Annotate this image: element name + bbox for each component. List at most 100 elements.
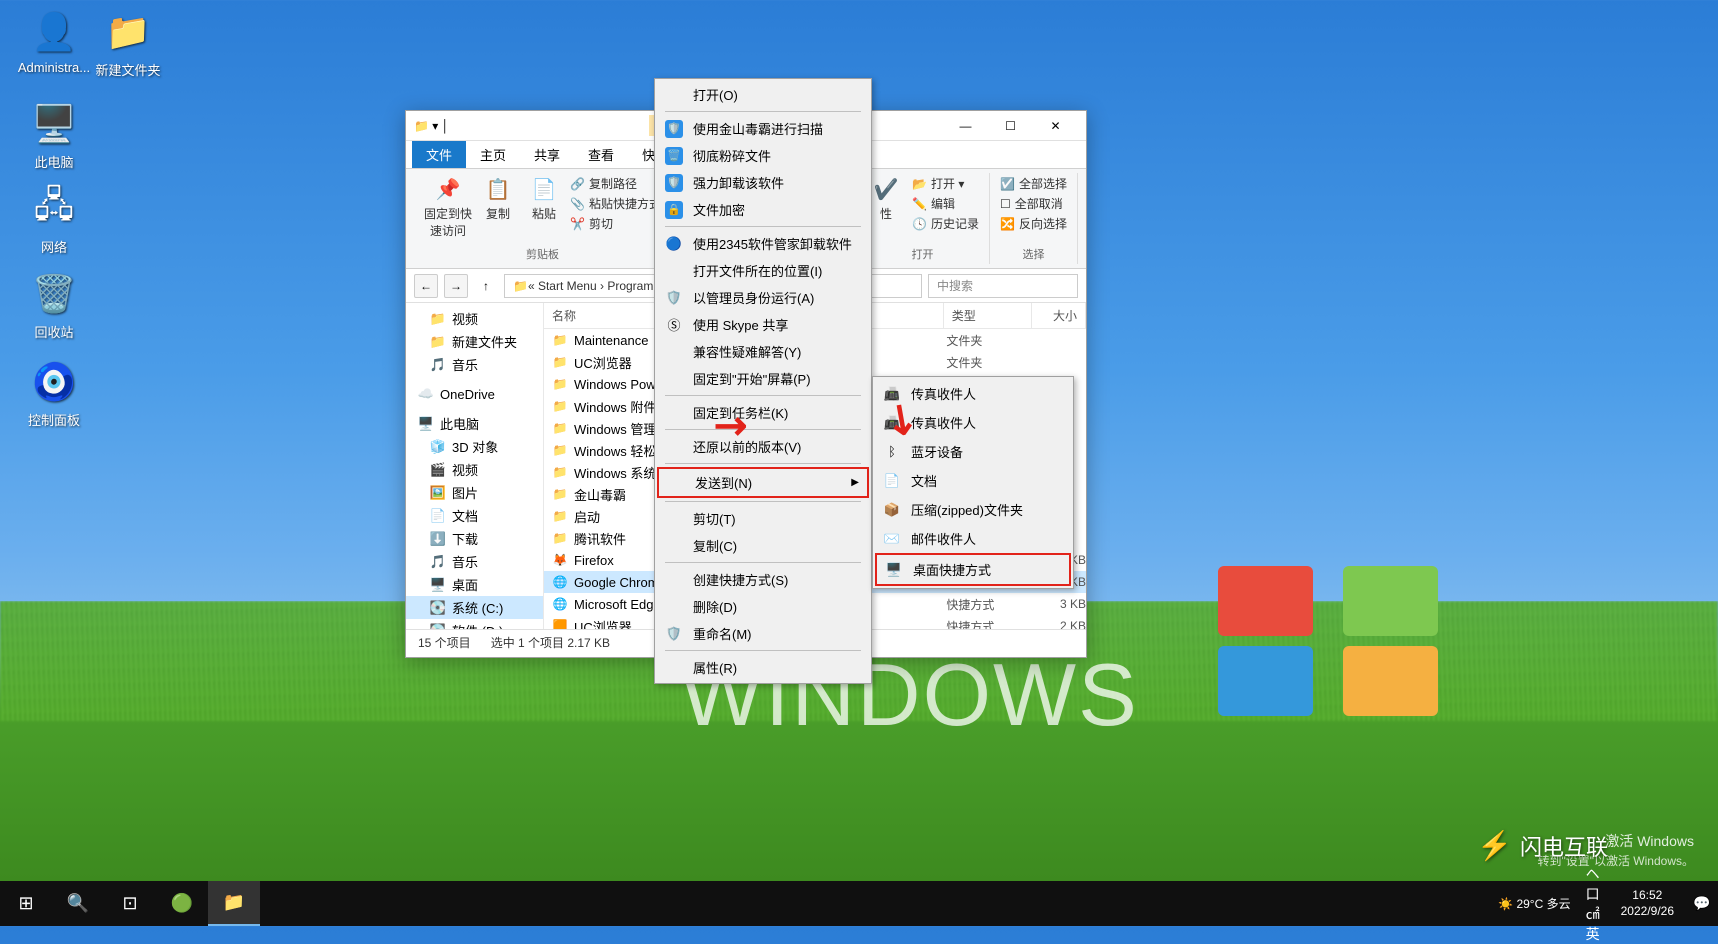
file-type: 文件夹 bbox=[946, 332, 1033, 349]
tab-file[interactable]: 文件 bbox=[412, 141, 466, 168]
sidebar-videos[interactable]: 📁视频 bbox=[406, 307, 543, 330]
properties-button[interactable]: ✔️性 bbox=[866, 175, 906, 222]
file-name: UC浏览器 bbox=[574, 353, 632, 372]
invert-select-button[interactable]: 🔀 反向选择 bbox=[1000, 215, 1067, 232]
context-menu-item[interactable]: 打开文件所在的位置(I) bbox=[657, 257, 869, 284]
history-button[interactable]: 🕓 历史记录 bbox=[912, 215, 979, 232]
context-menu-item[interactable]: 固定到任务栏(K) bbox=[657, 399, 869, 426]
context-menu-item[interactable]: 🛡️强力卸载该软件 bbox=[657, 169, 869, 196]
desktop-icon-this-pc[interactable]: 🖥️此电脑 bbox=[14, 100, 94, 171]
send-to-item[interactable]: ✉️邮件收件人 bbox=[875, 524, 1071, 553]
context-menu-item[interactable]: 打开(O) bbox=[657, 81, 869, 108]
clock[interactable]: 16:52 2022/9/26 bbox=[1615, 888, 1680, 919]
context-menu-item[interactable]: 发送到(N)▶ bbox=[657, 467, 869, 498]
context-menu-item[interactable]: 🔒文件加密 bbox=[657, 196, 869, 223]
file-icon: 🦊 bbox=[552, 552, 568, 568]
file-icon: 📁 bbox=[552, 508, 568, 524]
col-size[interactable]: 大小 bbox=[1032, 303, 1086, 328]
sidebar-this-pc[interactable]: 🖥️此电脑 bbox=[406, 412, 543, 435]
col-type[interactable]: 类型 bbox=[944, 303, 1032, 328]
sidebar-videos2[interactable]: 🎬视频 bbox=[406, 458, 543, 481]
context-menu-item[interactable]: 复制(C) bbox=[657, 532, 869, 559]
cut-button[interactable]: ✂️ 剪切 bbox=[570, 215, 613, 232]
paste-button[interactable]: 📄粘贴 bbox=[524, 175, 564, 222]
task-view-button[interactable]: ⊡ bbox=[104, 881, 156, 926]
context-menu-item[interactable]: 固定到"开始"屏幕(P) bbox=[657, 365, 869, 392]
up-button[interactable]: ↑ bbox=[474, 274, 498, 298]
desktop-icon-recycle-bin[interactable]: 🗑️回收站 bbox=[14, 270, 94, 341]
context-menu-item[interactable]: 兼容性疑难解答(Y) bbox=[657, 338, 869, 365]
search-input[interactable]: 中搜索 bbox=[928, 274, 1078, 298]
search-button[interactable]: 🔍 bbox=[52, 881, 104, 926]
select-all-button[interactable]: ☑️ 全部选择 bbox=[1000, 175, 1067, 192]
context-menu-item[interactable]: 🛡️重命名(M) bbox=[657, 620, 869, 647]
context-menu-item[interactable]: 🛡️使用金山毒霸进行扫描 bbox=[657, 115, 869, 142]
sidebar-pictures[interactable]: 🖼️图片 bbox=[406, 481, 543, 504]
send-to-item[interactable]: 📠传真收件人 bbox=[875, 408, 1071, 437]
notifications-icon[interactable]: 💬 bbox=[1690, 895, 1714, 912]
sidebar-music[interactable]: 🎵音乐 bbox=[406, 353, 543, 376]
maximize-button[interactable]: ☐ bbox=[988, 112, 1033, 140]
back-button[interactable]: ← bbox=[414, 274, 438, 298]
windows-flag-icon bbox=[1218, 566, 1438, 726]
context-menu-item[interactable]: 还原以前的版本(V) bbox=[657, 433, 869, 460]
copy-button[interactable]: 📋复制 bbox=[478, 175, 518, 222]
weather-widget[interactable]: ☀️ 29°C 多云 bbox=[1498, 895, 1570, 912]
context-menu-item[interactable]: Ⓢ使用 Skype 共享 bbox=[657, 311, 869, 338]
sidebar-documents[interactable]: 📄文档 bbox=[406, 504, 543, 527]
forward-button[interactable]: → bbox=[444, 274, 468, 298]
file-size: 3 KB bbox=[1034, 597, 1086, 611]
pin-button[interactable]: 📌固定到快 速访问 bbox=[424, 175, 472, 239]
open-dropdown[interactable]: 📂 打开 ▾ bbox=[912, 175, 964, 192]
start-button[interactable]: ⊞ bbox=[0, 881, 52, 926]
file-icon: 🟧 bbox=[552, 618, 568, 629]
copy-path-button[interactable]: 🔗 复制路径 bbox=[570, 175, 637, 192]
file-name: 金山毒霸 bbox=[574, 485, 626, 504]
file-name: Google Chrom bbox=[574, 575, 659, 590]
sidebar-3d[interactable]: 🧊3D 对象 bbox=[406, 435, 543, 458]
file-icon: 📁 bbox=[552, 332, 568, 348]
file-icon: 📁 bbox=[552, 354, 568, 370]
taskbar-app-edge[interactable]: 🟢 bbox=[156, 881, 208, 926]
sidebar-new-folder[interactable]: 📁新建文件夹 bbox=[406, 330, 543, 353]
menu-item-label: 还原以前的版本(V) bbox=[693, 437, 801, 456]
send-to-item[interactable]: 📦压缩(zipped)文件夹 bbox=[875, 495, 1071, 524]
menu-item-label: 彻底粉碎文件 bbox=[693, 146, 771, 165]
menu-item-label: 蓝牙设备 bbox=[911, 442, 963, 461]
context-menu-main: 打开(O) 🛡️使用金山毒霸进行扫描🗑️彻底粉碎文件🛡️强力卸载该软件🔒文件加密 🔵… bbox=[654, 78, 872, 684]
sidebar-music2[interactable]: 🎵音乐 bbox=[406, 550, 543, 573]
context-menu-item[interactable]: 属性(R) bbox=[657, 654, 869, 681]
send-to-item[interactable]: 📄文档 bbox=[875, 466, 1071, 495]
tray-expand-icon[interactable]: ヘ 口 ㎠ 英 bbox=[1581, 864, 1605, 944]
paste-shortcut-button[interactable]: 📎 粘贴快捷方式 bbox=[570, 195, 661, 212]
context-menu-item[interactable]: 创建快捷方式(S) bbox=[657, 566, 869, 593]
tab-home[interactable]: 主页 bbox=[466, 141, 520, 168]
minimize-button[interactable]: — bbox=[943, 112, 988, 140]
sidebar-downloads[interactable]: ⬇️下载 bbox=[406, 527, 543, 550]
context-menu-item[interactable]: 🗑️彻底粉碎文件 bbox=[657, 142, 869, 169]
context-menu-item[interactable]: 删除(D) bbox=[657, 593, 869, 620]
send-to-item[interactable]: 🖥️桌面快捷方式 bbox=[875, 553, 1071, 586]
desktop-icon-control-panel[interactable]: 🧿控制面板 bbox=[14, 358, 94, 429]
close-button[interactable]: ✕ bbox=[1033, 112, 1078, 140]
send-to-item[interactable]: ᛒ蓝牙设备 bbox=[875, 437, 1071, 466]
context-menu-item[interactable]: 🛡️以管理员身份运行(A) bbox=[657, 284, 869, 311]
file-name: Microsoft Edge bbox=[574, 597, 661, 612]
sidebar-desktop[interactable]: 🖥️桌面 bbox=[406, 573, 543, 596]
edit-button[interactable]: ✏️ 编辑 bbox=[912, 195, 955, 212]
send-to-item[interactable]: 📠传真收件人 bbox=[875, 379, 1071, 408]
context-menu-item[interactable]: 🔵使用2345软件管家卸载软件 bbox=[657, 230, 869, 257]
select-none-button[interactable]: ☐ 全部取消 bbox=[1000, 195, 1063, 212]
context-menu-item[interactable]: 剪切(T) bbox=[657, 505, 869, 532]
desktop-icon-administrator[interactable]: 👤Administra... bbox=[14, 8, 94, 75]
file-name: Windows Powe bbox=[574, 377, 663, 392]
menu-item-icon: 🔒 bbox=[665, 201, 683, 219]
tab-share[interactable]: 共享 bbox=[520, 141, 574, 168]
sidebar-onedrive[interactable]: ☁️OneDrive bbox=[406, 384, 543, 404]
desktop-icon-new-folder[interactable]: 📁新建文件夹 bbox=[88, 8, 168, 79]
taskbar-app-explorer[interactable]: 📁 bbox=[208, 881, 260, 926]
tab-view[interactable]: 查看 bbox=[574, 141, 628, 168]
desktop-icon-network[interactable]: 🖧网络 bbox=[14, 185, 94, 256]
sidebar-drive-c[interactable]: 💽系统 (C:) bbox=[406, 596, 543, 619]
sidebar-drive-d[interactable]: 💽软件 (D:) bbox=[406, 619, 543, 629]
